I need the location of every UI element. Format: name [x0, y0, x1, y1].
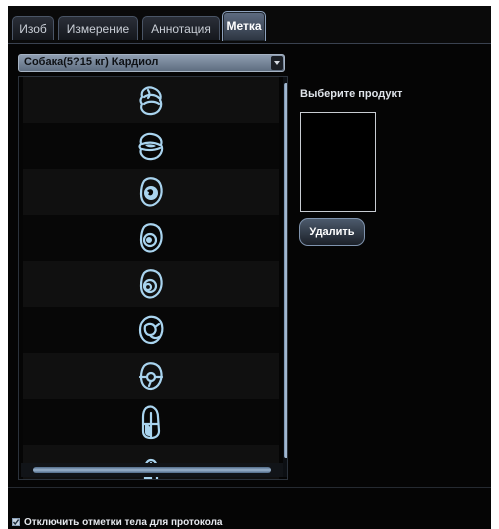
tab-measurement[interactable]: Измерение: [58, 16, 138, 40]
horizontal-scroll-thumb[interactable]: [33, 467, 271, 473]
body-mark-item[interactable]: [23, 77, 279, 123]
heart-four-chamber-icon: [141, 405, 161, 440]
heart-long-axis-variant-icon: [138, 132, 164, 161]
horizontal-scrollbar[interactable]: [21, 463, 283, 477]
tab-annotation[interactable]: Аннотация: [142, 16, 220, 40]
body-mark-panel: Изоб Измерение Аннотация Метка Собака(5?…: [8, 6, 491, 529]
delete-button[interactable]: Удалить: [299, 218, 365, 246]
body-mark-preview: [300, 112, 376, 212]
divider: [8, 487, 491, 488]
preset-dropdown[interactable]: Собака(5?15 кг) Кардиол: [18, 54, 285, 72]
body-mark-item[interactable]: [23, 215, 279, 261]
tab-image[interactable]: Изоб: [12, 16, 54, 40]
disable-bodymarks-label: Отключить отметки тела для протокола: [24, 516, 223, 528]
body-mark-item[interactable]: [23, 399, 279, 445]
body-mark-item[interactable]: [23, 123, 279, 169]
body-mark-item[interactable]: [23, 261, 279, 307]
vertical-scrollbar[interactable]: [283, 77, 287, 477]
vertical-scroll-thumb[interactable]: [284, 83, 287, 458]
heart-short-axis-small-icon: [139, 223, 163, 253]
preset-dropdown-value: Собака(5?15 кг) Кардиол: [24, 56, 159, 68]
heart-apical-view-icon: [138, 315, 164, 345]
heart-short-axis-icon: [139, 177, 163, 207]
chevron-down-icon[interactable]: [271, 56, 283, 70]
checkmark-icon[interactable]: [12, 518, 20, 526]
tab-bar: Изоб Измерение Аннотация Метка: [8, 6, 491, 44]
heart-long-axis-icon: [139, 86, 163, 116]
body-mark-list: [18, 76, 288, 480]
body-mark-item[interactable]: [23, 307, 279, 353]
tab-bodymark[interactable]: Метка: [222, 11, 266, 41]
disable-bodymarks-checkbox[interactable]: Отключить отметки тела для протокола: [12, 515, 223, 529]
heart-short-axis-offset-icon: [139, 269, 163, 299]
body-mark-item[interactable]: [23, 353, 279, 399]
select-product-label: Выберите продукт: [300, 88, 403, 100]
heart-transducer-view-icon: [138, 362, 164, 391]
body-mark-item[interactable]: [23, 169, 279, 215]
